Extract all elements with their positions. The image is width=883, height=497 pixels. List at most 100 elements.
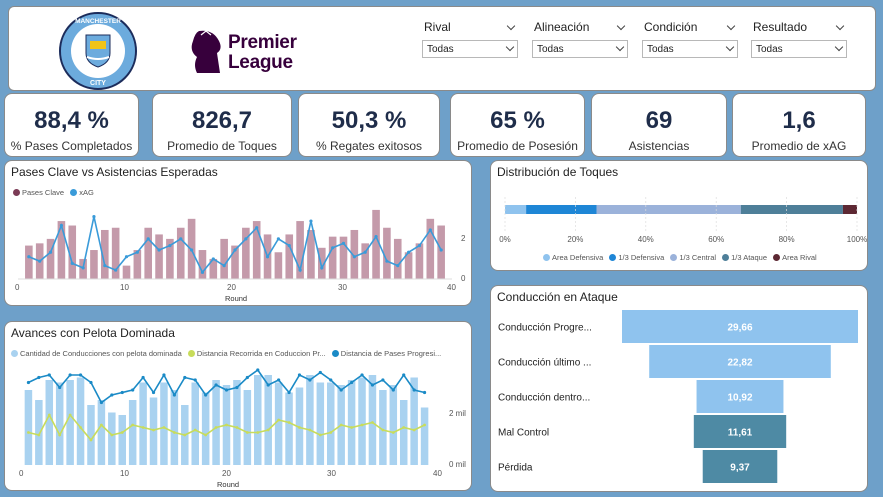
distancia-pases-point	[391, 388, 395, 392]
y-tick: 0 mil	[449, 460, 466, 469]
distancia-pases-point	[266, 383, 270, 387]
conducciones-bar	[254, 375, 262, 465]
conducciones-bar	[160, 382, 168, 465]
pases-clave-bar	[285, 234, 294, 279]
kpi-value: 50,3 %	[331, 107, 407, 134]
distancia-conduccion-point	[79, 426, 82, 429]
kpi-label: Promedio de Posesión	[457, 139, 578, 153]
filter-rival-value: Todas	[427, 44, 454, 55]
distancia-conduccion-point	[110, 433, 114, 437]
kpi-promedio-posesion: 65 % Promedio de Posesión	[450, 93, 585, 157]
distancia-pases-point	[58, 385, 62, 390]
legend-dot-icon	[722, 254, 730, 261]
chevron-down-icon[interactable]	[835, 21, 845, 31]
chevron-down-icon	[725, 42, 735, 52]
pases-clave-bar	[393, 238, 402, 279]
manchester-city-badge-icon: MANCHESTER CITY	[59, 12, 137, 90]
xag-point	[363, 250, 367, 254]
xag-point	[233, 248, 237, 252]
xag-point	[439, 248, 443, 252]
distancia-pases-point	[193, 378, 197, 382]
filter-alineacion-select[interactable]: Todas	[532, 40, 628, 58]
x-axis-label: Round	[225, 294, 247, 303]
distancia-conduccion-point	[350, 426, 353, 429]
distribucion-segment	[596, 205, 741, 214]
pases-clave-bar	[307, 229, 315, 279]
x-tick: 40	[433, 469, 442, 478]
filter-alineacion-label: Alineación	[534, 20, 590, 34]
conducciones-bar	[358, 377, 366, 465]
xag-point	[92, 215, 96, 219]
filter-resultado-value: Todas	[756, 44, 783, 55]
panel-conduccion-ataque: Conducción en Ataque 29,66 Conducción Pro…	[490, 285, 868, 492]
conducciones-bar	[45, 380, 54, 465]
xag-point	[146, 237, 150, 241]
conducciones-bar	[201, 392, 210, 465]
distancia-conduccion-point	[287, 421, 291, 424]
distancia-pases-point	[297, 373, 302, 377]
distancia-pases-point	[141, 375, 145, 380]
distancia-conduccion-point	[120, 431, 124, 434]
pases-clave-bar	[90, 250, 98, 279]
distancia-pases-point	[183, 375, 187, 380]
conducciones-bar	[368, 375, 377, 465]
xag-point	[287, 243, 291, 248]
distancia-conduccion-point	[423, 423, 426, 427]
xag-point	[190, 248, 194, 252]
chevron-down-icon[interactable]	[616, 21, 626, 31]
xag-point	[81, 266, 85, 270]
distancia-pases-point	[370, 383, 375, 387]
filter-resultado-label: Resultado	[753, 20, 808, 34]
distancia-pases-point	[47, 373, 51, 377]
filter-resultado[interactable]: Resultado Todas	[751, 20, 847, 58]
distancia-pases-point	[381, 378, 385, 382]
conducciones-bar	[139, 382, 147, 465]
conduccion-ataque-chart: 29,66 Conducción Progre... 22,82 Conducción…	[498, 310, 858, 483]
pases-clave-bar	[220, 238, 228, 279]
distancia-conduccion-point	[131, 423, 135, 427]
xag-point	[211, 257, 215, 261]
distancia-conduccion-point	[318, 433, 322, 437]
pases-clave-bar	[426, 218, 435, 279]
distancia-pases-point	[120, 390, 124, 395]
distancia-pases-point	[68, 373, 72, 377]
filter-rival[interactable]: Rival Todas	[422, 20, 518, 58]
kpi-label: Promedio de xAG	[751, 139, 847, 153]
conducciones-bar	[212, 380, 220, 465]
xag-point	[70, 261, 74, 265]
kpi-label: Promedio de Toques	[167, 139, 277, 153]
distancia-pases-point	[287, 390, 291, 395]
filter-condicion[interactable]: Condición Todas	[642, 20, 738, 58]
pases-clave-bar	[122, 265, 131, 279]
chevron-down-icon[interactable]	[506, 21, 516, 31]
filter-alineacion[interactable]: Alineación Todas	[532, 20, 628, 58]
xag-point	[157, 248, 161, 252]
panel-pases-clave-xag: Pases Clave vs Asistencias Esperadas Pas…	[4, 160, 472, 306]
conducciones-bar	[316, 382, 325, 465]
xag-point	[417, 243, 422, 248]
x-tick: 60%	[708, 235, 724, 244]
distancia-conduccion-point	[193, 428, 197, 432]
filter-resultado-select[interactable]: Todas	[751, 40, 847, 58]
distancia-pases-point	[256, 368, 260, 372]
legend-item: 1/3 Defensiva	[618, 253, 665, 262]
filter-rival-select[interactable]: Todas	[422, 40, 518, 58]
distancia-conduccion-point	[402, 426, 406, 429]
chevron-down-icon[interactable]	[726, 21, 736, 31]
conducciones-bar	[389, 385, 398, 465]
x-tick: 40%	[638, 235, 654, 244]
x-tick: 0%	[499, 235, 511, 244]
distancia-pases-point	[89, 380, 93, 385]
xag-point	[385, 259, 389, 263]
conducciones-bar	[66, 380, 74, 465]
conducciones-bar	[55, 382, 64, 465]
distribucion-segment	[505, 205, 527, 214]
distancia-conduccion-point	[298, 426, 301, 429]
distancia-conduccion-point	[58, 433, 62, 437]
pases-clave-bar	[437, 225, 445, 279]
distancia-conduccion-point	[339, 423, 343, 427]
filter-condicion-select[interactable]: Todas	[642, 40, 738, 58]
distancia-conduccion-point	[27, 431, 30, 434]
distancia-pases-point	[318, 370, 322, 375]
xag-point	[320, 266, 324, 270]
